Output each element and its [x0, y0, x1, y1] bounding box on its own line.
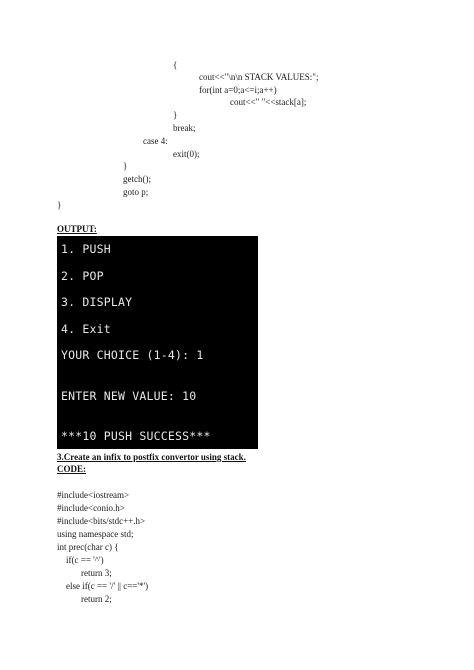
console-line: 3. DISPLAY [61, 295, 133, 309]
code-line: return 2; [81, 594, 112, 604]
console-line: 2. POP [61, 269, 104, 283]
code-line: case 4: [143, 136, 168, 146]
code-line: { [173, 60, 178, 70]
code-line: } [57, 200, 62, 210]
code-line: for(int a=0;a<=i;a++) [199, 85, 277, 95]
code-heading: CODE: [57, 464, 86, 474]
code-line: cout<<"\n\n STACK VALUES:"; [199, 72, 319, 82]
code-line: cout<<" "<<stack[a]; [230, 97, 307, 107]
code-line: int prec(char c) { [57, 542, 119, 552]
code-line: #include<conio.h> [57, 503, 125, 513]
code-line: break; [173, 123, 196, 133]
section-title: 3.Create an infix to postfix convertor u… [57, 452, 246, 462]
console-output: 1. PUSH 2. POP 3. DISPLAY 4. Exit YOUR C… [57, 236, 258, 449]
console-line: 1. PUSH [61, 242, 111, 256]
code-line: #include<iostream> [57, 490, 130, 500]
console-line: 4. Exit [61, 322, 111, 336]
code-line: #include<bits/stdc++.h> [57, 516, 146, 526]
code-line: return 3; [81, 568, 112, 578]
output-heading: OUTPUT: [57, 224, 97, 234]
code-line: else if(c == '/' || c=='*') [66, 581, 149, 591]
code-line: } [173, 110, 178, 120]
code-line: exit(0); [173, 149, 200, 159]
console-line: ***10 PUSH SUCCESS*** [61, 429, 211, 443]
code-line: if(c == '^') [66, 555, 104, 565]
console-line: ENTER NEW VALUE: 10 [61, 389, 197, 403]
code-line: } [123, 161, 128, 171]
console-line: YOUR CHOICE (1-4): 1 [61, 348, 204, 362]
code-line: using namespace std; [57, 529, 134, 539]
code-line: getch(); [123, 174, 151, 184]
code-line: goto p; [123, 187, 149, 197]
